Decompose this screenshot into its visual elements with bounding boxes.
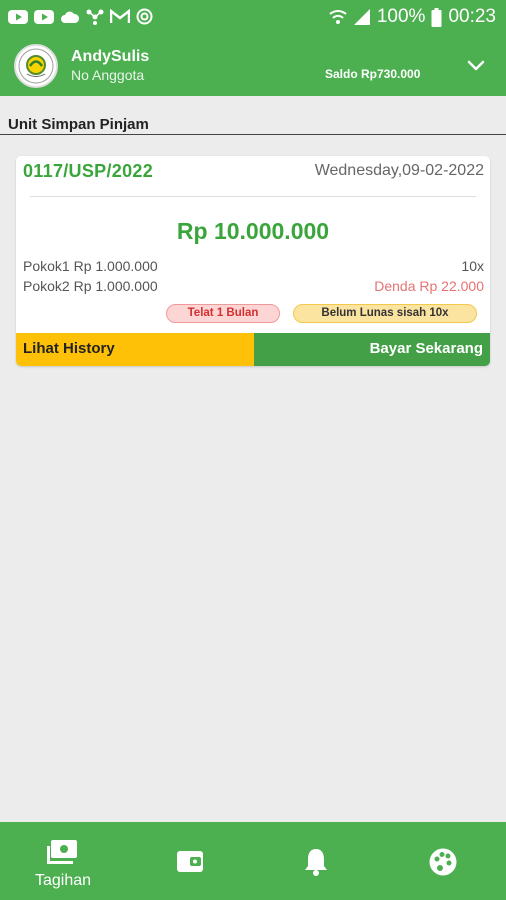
gmail-icon	[110, 9, 130, 23]
nav-item-wallet[interactable]	[126, 822, 253, 900]
signal-icon	[353, 9, 370, 25]
youtube-icon	[8, 9, 28, 24]
app-header: AndySulis No Anggota Saldo Rp730.000	[0, 36, 506, 96]
user-name: AndySulis	[71, 48, 150, 65]
member-number-label: No Anggota	[71, 67, 145, 83]
loan-amount: Rp 10.000.000	[176, 218, 330, 244]
battery-text: 100%	[376, 6, 426, 27]
clock: 00:23	[448, 6, 496, 27]
tenor-text: 10x	[461, 258, 484, 274]
status-bar: 100% 00:23	[0, 0, 506, 36]
section-divider	[0, 134, 506, 135]
nav-item-palette[interactable]	[380, 822, 506, 900]
balance-text: Saldo Rp730.000	[325, 67, 421, 81]
chevron-down-icon[interactable]	[466, 56, 486, 76]
wallet-icon	[177, 851, 203, 872]
bottom-navigation: Tagihan	[0, 822, 506, 900]
pokok1-text: Pokok1 Rp 1.000.000	[23, 258, 158, 274]
pay-now-button[interactable]: Bayar Sekarang	[254, 333, 490, 366]
wifi-icon	[329, 10, 347, 24]
avatar[interactable]	[14, 44, 58, 88]
loan-code: 0117/USP/2022	[23, 161, 154, 181]
penalty-text: Denda Rp 22.000	[374, 278, 484, 294]
bill-icon	[47, 840, 77, 864]
nav-label-tagihan: Tagihan	[34, 872, 92, 889]
late-badge: Telat 1 Bulan	[166, 304, 280, 323]
nav-item-tagihan[interactable]: Tagihan	[0, 822, 126, 900]
bell-icon	[305, 849, 327, 876]
sync-icon	[136, 8, 153, 25]
palette-icon	[429, 848, 457, 876]
cloud-icon	[61, 11, 80, 23]
battery-icon	[431, 7, 442, 27]
nav-item-notifications[interactable]	[253, 822, 380, 900]
logo-icon	[18, 48, 54, 84]
network-icon	[86, 9, 104, 25]
section-title: Unit Simpan Pinjam	[8, 116, 149, 133]
view-history-button[interactable]: Lihat History	[16, 333, 254, 366]
pokok2-text: Pokok2 Rp 1.000.000	[23, 278, 158, 294]
loan-date: Wednesday,09-02-2022	[314, 162, 484, 179]
status-badge: Belum Lunas sisah 10x	[293, 304, 477, 323]
status-indicators: 100% 00:23	[329, 6, 496, 28]
notification-icons	[8, 8, 153, 25]
loan-card: 0117/USP/2022 Wednesday,09-02-2022 Rp 10…	[16, 156, 490, 366]
youtube-icon	[34, 9, 54, 24]
card-divider	[30, 196, 476, 197]
